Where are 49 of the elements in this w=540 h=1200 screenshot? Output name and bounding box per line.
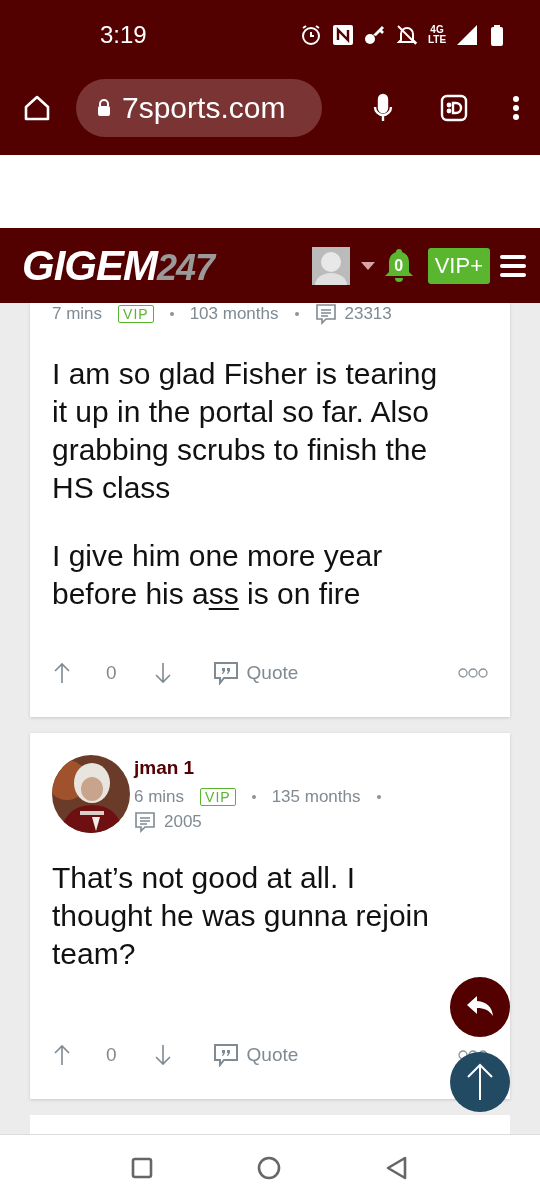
vip-badge: VIP xyxy=(200,788,236,806)
author-name[interactable]: jman 1 xyxy=(134,757,195,778)
separator-dot xyxy=(376,795,381,799)
post-time: 6 mins xyxy=(134,787,185,807)
vote-count: 0 xyxy=(106,662,117,684)
comment-icon xyxy=(314,303,337,325)
address-bar[interactable]: 7sports.com xyxy=(76,78,322,137)
quote-button[interactable]: Quote xyxy=(212,661,299,685)
bell-muted-icon xyxy=(396,24,418,46)
key-icon xyxy=(364,24,386,46)
separator-dot xyxy=(294,312,299,316)
post-text: I am so glad Fisher is tearing it up in the portal so far. Also grabbing scrubs to finish the HS class xyxy=(52,356,439,506)
comment-icon xyxy=(134,811,156,833)
vip-button[interactable]: VIP+ xyxy=(427,247,490,284)
lock-icon xyxy=(96,97,112,118)
member-tenure: 135 months xyxy=(271,787,361,807)
separator-dot xyxy=(251,795,256,799)
post-count: 23313 xyxy=(344,304,392,324)
arrow-up-icon xyxy=(465,1062,495,1102)
downvote-arrow-icon[interactable] xyxy=(152,661,173,685)
more-vertical-icon[interactable] xyxy=(512,94,520,121)
quote-icon xyxy=(212,661,239,685)
separator-dot xyxy=(169,312,174,316)
quote-button[interactable]: Quote xyxy=(212,1043,299,1067)
status-time: 3:19 xyxy=(100,21,148,49)
post-text: That’s not good at all. I thought he was gunna rejoin team? xyxy=(52,860,430,972)
site-logo[interactable]: GIGEM247 xyxy=(22,241,312,290)
nfc-icon xyxy=(332,24,354,46)
post-text: I give him one more year before his ass is on fire xyxy=(52,538,384,612)
upvote-arrow-icon[interactable] xyxy=(52,661,72,685)
profile-avatar[interactable] xyxy=(311,246,350,285)
menu-icon[interactable] xyxy=(500,253,526,278)
upvote-arrow-icon[interactable] xyxy=(52,1043,72,1067)
quote-icon xyxy=(212,1043,239,1067)
vip-badge: VIP xyxy=(118,305,154,323)
signal-icon xyxy=(456,24,478,46)
back-icon[interactable] xyxy=(385,1155,409,1180)
caret-icon[interactable] xyxy=(359,259,376,272)
battery-icon xyxy=(488,24,504,46)
member-tenure: 103 months xyxy=(189,304,279,324)
vote-count: 0 xyxy=(106,1044,117,1066)
downvote-arrow-icon[interactable] xyxy=(152,1043,173,1067)
post-time: 7 mins xyxy=(52,304,103,324)
post-count: 2005 xyxy=(164,812,202,832)
network-type: 4G LTE xyxy=(428,25,446,45)
recents-icon[interactable] xyxy=(131,1156,153,1179)
emoji-tab-icon[interactable] xyxy=(440,93,468,122)
alarm-icon xyxy=(300,24,322,46)
home-circle-icon[interactable] xyxy=(257,1155,281,1180)
